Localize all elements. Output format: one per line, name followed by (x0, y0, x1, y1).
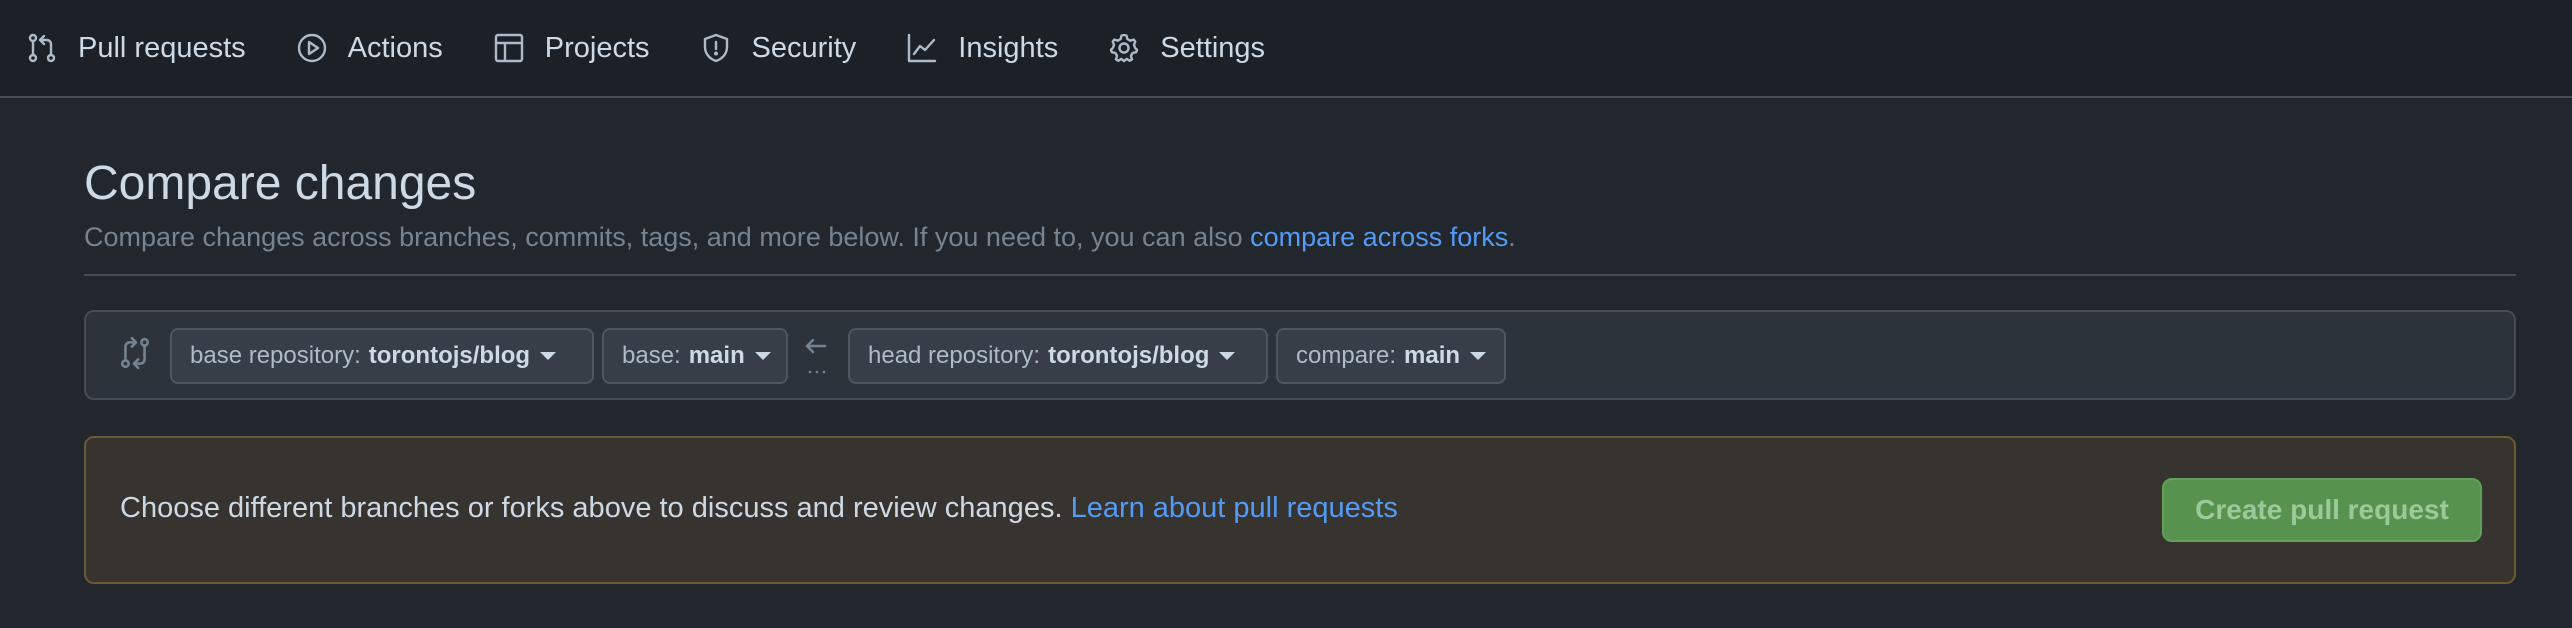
table-icon (494, 33, 523, 63)
compare-branch-select[interactable]: compare: main (1276, 328, 1506, 384)
subtitle-text: Compare changes across branches, commits… (84, 222, 1251, 252)
nav-label: Projects (544, 31, 650, 64)
base-repository-select[interactable]: base repository: torontojs/blog (170, 328, 594, 384)
compare-branch-value: main (1404, 342, 1461, 369)
base-branch-value: main (688, 342, 745, 369)
head-repository-value: torontojs/blog (1048, 342, 1210, 369)
nav-item-insights[interactable]: Insights (906, 0, 1058, 97)
learn-about-pull-requests-link[interactable]: Learn about pull requests (1071, 492, 1398, 524)
caret-down-icon (754, 352, 771, 360)
repo-nav: Pull requests Actions Projects Security … (0, 0, 2572, 98)
gear-icon (1110, 33, 1139, 63)
create-pull-request-button[interactable]: Create pull request (2162, 478, 2482, 542)
nav-label: Security (751, 31, 857, 64)
base-branch-label: base: (622, 342, 681, 369)
compare-range-editor: base repository: torontojs/blog base: main… (84, 310, 2516, 400)
base-repository-value: torontojs/blog (368, 342, 531, 369)
compare-branch-label: compare: (1296, 342, 1397, 369)
compare-flash: Choose different branches or forks above… (84, 436, 2516, 584)
nav-label: Actions (347, 31, 443, 64)
git-pull-request-icon (28, 33, 56, 63)
caret-down-icon (1219, 352, 1236, 360)
base-repository-label: base repository: (190, 342, 361, 369)
nav-item-settings[interactable]: Settings (1108, 0, 1265, 97)
arrow-left-icon (805, 338, 827, 374)
page-subtitle: Compare changes across branches, commits… (84, 222, 1516, 253)
page-title: Compare changes (84, 157, 477, 210)
play-icon (297, 33, 326, 63)
nav-label: Settings (1160, 31, 1266, 64)
nav-item-pull-requests[interactable]: Pull requests (26, 0, 246, 97)
flash-message: Choose different branches or forks above… (120, 492, 1398, 525)
caret-down-icon (1470, 352, 1487, 360)
shield-icon (703, 33, 728, 63)
divider (84, 274, 2516, 276)
graph-icon (908, 33, 937, 63)
git-compare-icon (120, 336, 150, 370)
compare-across-forks-link[interactable]: compare across forks (1250, 222, 1508, 252)
head-repository-label: head repository: (868, 342, 1041, 369)
nav-label: Pull requests (78, 31, 246, 64)
base-branch-select[interactable]: base: main (602, 328, 788, 384)
nav-item-actions[interactable]: Actions (296, 0, 443, 97)
flash-message-text: Choose different branches or forks above… (120, 492, 1071, 524)
subtitle-suffix: . (1508, 222, 1516, 252)
nav-item-projects[interactable]: Projects (493, 0, 650, 97)
head-repository-select[interactable]: head repository: torontojs/blog (848, 328, 1268, 384)
caret-down-icon (540, 352, 557, 360)
nav-label: Insights (958, 31, 1059, 64)
nav-item-security[interactable]: Security (700, 0, 857, 97)
